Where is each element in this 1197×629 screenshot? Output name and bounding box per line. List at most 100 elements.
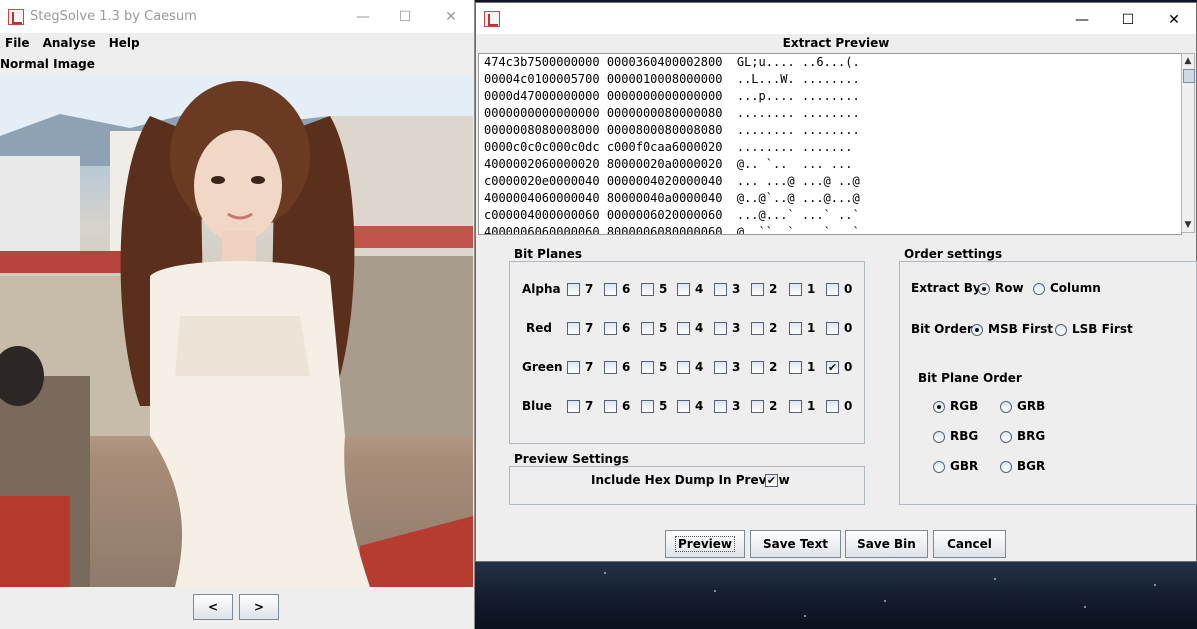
bit-plane-checkbox-alpha-6[interactable] bbox=[604, 283, 617, 296]
prev-button[interactable]: < bbox=[193, 594, 233, 620]
bit-plane-checkbox-blue-0[interactable] bbox=[826, 400, 839, 413]
close-icon[interactable]: ✕ bbox=[1151, 3, 1197, 36]
bit-plane-checkbox-green-5[interactable] bbox=[641, 361, 654, 374]
plane-order-radio-brg[interactable] bbox=[1000, 431, 1012, 443]
bit-plane-bit-label: 2 bbox=[769, 360, 778, 374]
hex-line: 0000d47000000000 0000000000000000 ...p..… bbox=[484, 89, 860, 103]
bit-plane-checkbox-blue-4[interactable] bbox=[677, 400, 690, 413]
bit-plane-checkbox-blue-3[interactable] bbox=[714, 400, 727, 413]
bit-plane-row-label: Blue bbox=[522, 399, 552, 413]
hex-dump-checkbox[interactable]: ✔ bbox=[765, 474, 778, 487]
bit-plane-checkbox-blue-1[interactable] bbox=[789, 400, 802, 413]
dialog-titlebar[interactable]: — ☐ ✕ bbox=[476, 3, 1196, 34]
bit-plane-checkbox-green-7[interactable] bbox=[567, 361, 580, 374]
bit-plane-checkbox-blue-6[interactable] bbox=[604, 400, 617, 413]
hex-line: 0000008080008000 0000800080008080 ......… bbox=[484, 123, 860, 137]
bit-plane-checkbox-alpha-2[interactable] bbox=[751, 283, 764, 296]
maximize-icon[interactable]: ☐ bbox=[1105, 3, 1151, 36]
bit-plane-bit-label: 0 bbox=[844, 399, 853, 413]
bit-plane-checkbox-green-4[interactable] bbox=[677, 361, 690, 374]
bit-order-label: Bit Order bbox=[911, 322, 973, 336]
java-cup-icon bbox=[484, 10, 500, 27]
bit-plane-bit-label: 1 bbox=[807, 282, 816, 296]
main-titlebar[interactable]: StegSolve 1.3 by Caesum — ☐ ✕ bbox=[0, 0, 474, 33]
hex-line: 474c3b7500000000 0000360400002800 GL;u..… bbox=[484, 55, 860, 69]
lsb-first-radio[interactable] bbox=[1055, 324, 1067, 336]
preview-scrollbar[interactable]: ▲ ▼ bbox=[1181, 53, 1195, 233]
bit-plane-checkbox-green-6[interactable] bbox=[604, 361, 617, 374]
bit-plane-checkbox-alpha-4[interactable] bbox=[677, 283, 690, 296]
hex-line: 4000006060000060 8000006080000060 @..``.… bbox=[484, 225, 860, 235]
msb-first-label: MSB First bbox=[988, 322, 1054, 336]
bit-plane-bit-label: 7 bbox=[585, 282, 594, 296]
bit-plane-checkbox-blue-7[interactable] bbox=[567, 400, 580, 413]
bit-plane-checkbox-red-3[interactable] bbox=[714, 322, 727, 335]
extract-by-column-radio[interactable] bbox=[1033, 283, 1045, 295]
bit-plane-checkbox-red-2[interactable] bbox=[751, 322, 764, 335]
bit-plane-bit-label: 0 bbox=[844, 282, 853, 296]
bit-plane-checkbox-blue-2[interactable] bbox=[751, 400, 764, 413]
bit-plane-checkbox-blue-5[interactable] bbox=[641, 400, 654, 413]
bit-plane-checkbox-alpha-1[interactable] bbox=[789, 283, 802, 296]
hex-line: 0000c0c0c000c0dc c000f0caa6000020 ......… bbox=[484, 140, 853, 154]
maximize-icon[interactable]: ☐ bbox=[382, 0, 428, 33]
bit-plane-bit-label: 6 bbox=[622, 360, 631, 374]
dialog-heading: Extract Preview bbox=[782, 36, 890, 50]
next-button[interactable]: > bbox=[239, 594, 279, 620]
bit-plane-bit-label: 2 bbox=[769, 399, 778, 413]
preview-button[interactable]: Preview bbox=[665, 530, 745, 558]
bit-plane-checkbox-green-1[interactable] bbox=[789, 361, 802, 374]
lsb-first-label: LSB First bbox=[1072, 322, 1133, 336]
bit-plane-bit-label: 6 bbox=[622, 399, 631, 413]
plane-order-radio-bgr[interactable] bbox=[1000, 461, 1012, 473]
bit-plane-checkbox-green-3[interactable] bbox=[714, 361, 727, 374]
bit-plane-checkbox-red-5[interactable] bbox=[641, 322, 654, 335]
plane-order-label: RGB bbox=[950, 399, 979, 413]
close-icon[interactable]: ✕ bbox=[428, 0, 474, 33]
bit-plane-row-label: Red bbox=[526, 321, 552, 335]
menubar: File Analyse Help bbox=[0, 33, 474, 53]
bit-plane-bit-label: 7 bbox=[585, 399, 594, 413]
image-mode-label: Normal Image bbox=[0, 57, 95, 71]
bit-plane-checkbox-alpha-5[interactable] bbox=[641, 283, 654, 296]
bit-plane-checkbox-alpha-0[interactable] bbox=[826, 283, 839, 296]
minimize-icon[interactable]: — bbox=[1059, 3, 1105, 36]
bit-plane-bit-label: 2 bbox=[769, 321, 778, 335]
scroll-up-icon[interactable]: ▲ bbox=[1182, 54, 1194, 68]
bit-plane-bit-label: 3 bbox=[732, 282, 741, 296]
bit-plane-checkbox-red-6[interactable] bbox=[604, 322, 617, 335]
bit-plane-bit-label: 5 bbox=[659, 399, 668, 413]
bit-plane-checkbox-red-0[interactable] bbox=[826, 322, 839, 335]
minimize-icon[interactable]: — bbox=[340, 0, 386, 33]
plane-order-radio-gbr[interactable] bbox=[933, 461, 945, 473]
bit-planes-title: Bit Planes bbox=[512, 247, 585, 261]
plane-order-radio-rbg[interactable] bbox=[933, 431, 945, 443]
menu-help[interactable]: Help bbox=[109, 36, 140, 50]
bit-plane-checkbox-alpha-3[interactable] bbox=[714, 283, 727, 296]
extract-by-row-radio[interactable] bbox=[978, 283, 990, 295]
cancel-button[interactable]: Cancel bbox=[933, 530, 1006, 558]
bit-plane-bit-label: 1 bbox=[807, 399, 816, 413]
bit-plane-checkbox-red-1[interactable] bbox=[789, 322, 802, 335]
bit-plane-checkbox-green-0[interactable]: ✔ bbox=[826, 361, 839, 374]
save-bin-button[interactable]: Save Bin bbox=[845, 530, 928, 558]
bit-plane-checkbox-alpha-7[interactable] bbox=[567, 283, 580, 296]
msb-first-radio[interactable] bbox=[971, 324, 983, 336]
bit-plane-checkbox-green-2[interactable] bbox=[751, 361, 764, 374]
menu-file[interactable]: File bbox=[5, 36, 30, 50]
hex-line: 0000000000000000 0000000080000080 ......… bbox=[484, 106, 860, 120]
bit-plane-checkbox-red-7[interactable] bbox=[567, 322, 580, 335]
bit-plane-order-label: Bit Plane Order bbox=[918, 371, 1022, 385]
bit-plane-checkbox-red-4[interactable] bbox=[677, 322, 690, 335]
plane-order-radio-rgb[interactable] bbox=[933, 401, 945, 413]
scroll-down-icon[interactable]: ▼ bbox=[1182, 218, 1194, 232]
plane-order-label: RBG bbox=[950, 429, 979, 443]
order-settings-title: Order settings bbox=[902, 247, 1005, 261]
scroll-thumb[interactable] bbox=[1183, 69, 1195, 83]
hex-preview-text[interactable]: 474c3b7500000000 0000360400002800 GL;u..… bbox=[478, 53, 1182, 235]
save-text-button[interactable]: Save Text bbox=[750, 530, 841, 558]
plane-order-radio-grb[interactable] bbox=[1000, 401, 1012, 413]
column-label: Column bbox=[1050, 281, 1101, 295]
menu-analyse[interactable]: Analyse bbox=[43, 36, 96, 50]
hex-line: c0000020e0000040 0000004020000040 ... ..… bbox=[484, 174, 860, 188]
